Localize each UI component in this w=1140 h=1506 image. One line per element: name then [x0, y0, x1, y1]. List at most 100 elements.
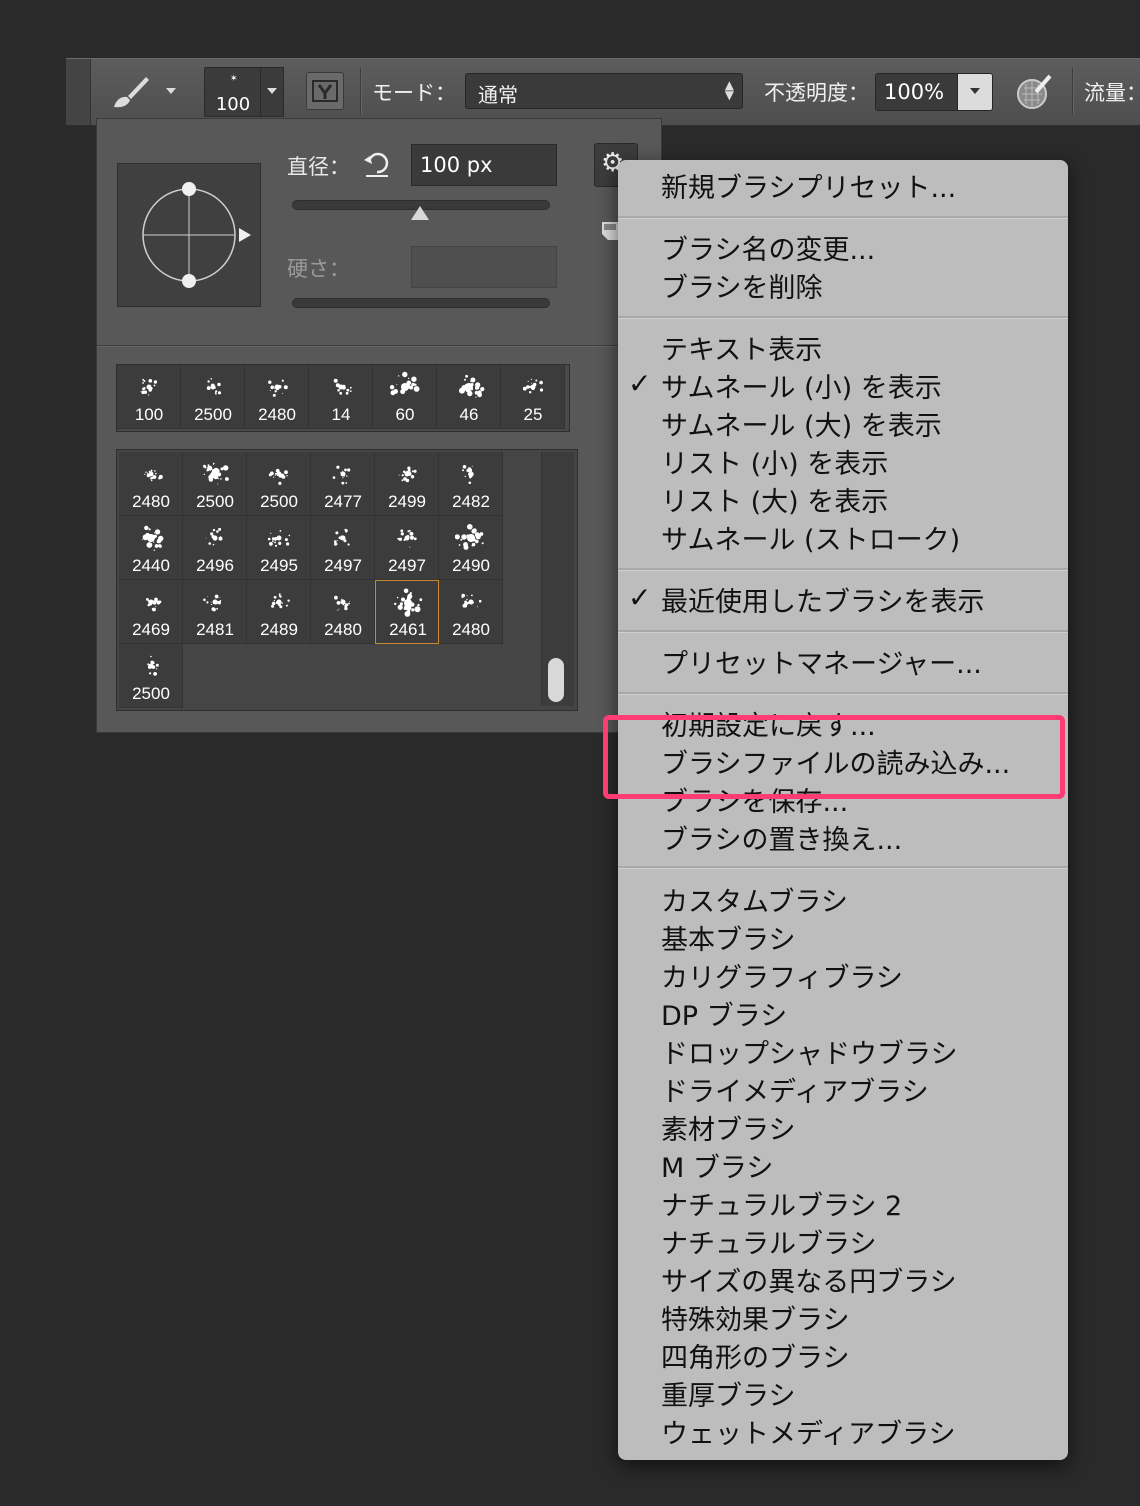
brush-thumbnail-icon — [398, 466, 417, 483]
recent-brush-item[interactable]: 2500 — [181, 365, 245, 429]
menu-item[interactable]: サムネール (ストローク) — [661, 518, 960, 557]
brush-preset-item[interactable]: 2496 — [183, 516, 247, 580]
brush-preset-item[interactable]: 2480 — [439, 580, 503, 644]
menu-item[interactable]: 基本ブラシ — [661, 918, 795, 957]
brush-size-label: 2500 — [194, 405, 232, 424]
brush-preset-picker[interactable]: ✶ 100 — [204, 67, 262, 117]
brush-size-label: 14 — [331, 405, 351, 424]
brush-preset-item[interactable]: 2500 — [247, 452, 311, 516]
brush-size-label: 25 — [523, 405, 543, 424]
menu-item[interactable]: ブラシを削除 — [661, 266, 822, 305]
menu-item[interactable]: リスト (小) を表示 — [661, 442, 888, 481]
brush-thumbnail-icon — [140, 378, 158, 396]
grid-scrollbar-thumb[interactable] — [548, 658, 564, 702]
size-slider-thumb[interactable] — [411, 206, 429, 220]
reset-size-icon[interactable] — [362, 148, 392, 178]
brush-panel-toggle-button[interactable] — [306, 72, 344, 110]
menu-item[interactable]: M ブラシ — [661, 1146, 773, 1185]
brush-preset-item[interactable]: 2499 — [375, 452, 439, 516]
brush-preset-item[interactable]: 2440 — [119, 516, 183, 580]
brush-preset-item[interactable]: 2482 — [439, 452, 503, 516]
menu-item[interactable]: 重厚ブラシ — [661, 1374, 795, 1413]
menu-item[interactable]: 四角形のブラシ — [661, 1336, 849, 1375]
brush-thumbnail-icon — [394, 588, 423, 617]
brush-preset-item[interactable]: 2461 — [375, 580, 439, 644]
brush-preset-dropdown[interactable] — [260, 67, 284, 117]
pressure-opacity-icon[interactable] — [1014, 72, 1054, 112]
brush-preset-item[interactable]: 2469 — [119, 580, 183, 644]
brush-tool-icon[interactable] — [108, 74, 152, 110]
toolbar-divider — [360, 68, 361, 114]
recent-brush-item[interactable]: 46 — [437, 365, 501, 429]
menu-item[interactable]: 新規ブラシプリセット... — [661, 166, 956, 205]
brush-size-label: 2480 — [452, 620, 490, 639]
brush-preset-item[interactable]: 2489 — [247, 580, 311, 644]
highlight-box — [603, 715, 1065, 799]
brush-preset-item[interactable]: 2480 — [311, 580, 375, 644]
brush-preset-item[interactable]: 2477 — [311, 452, 375, 516]
brush-preset-item[interactable]: 2480 — [119, 452, 183, 516]
menu-item[interactable]: カスタムブラシ — [661, 880, 848, 919]
size-field[interactable]: 100 px — [411, 144, 557, 186]
brush-size-label: 2499 — [388, 492, 426, 511]
hardness-slider — [292, 298, 550, 308]
menu-item[interactable]: プリセットマネージャー... — [661, 642, 982, 681]
menu-item[interactable]: ドロップシャドウブラシ — [661, 1032, 957, 1071]
blend-mode-select[interactable]: 通常 ▲ ▼ — [465, 73, 743, 109]
brush-preset-item[interactable]: 2490 — [439, 516, 503, 580]
opacity-label: 不透明度： — [764, 81, 869, 105]
menu-item[interactable]: カリグラフィブラシ — [661, 956, 903, 995]
menu-item[interactable]: 素材ブラシ — [661, 1108, 795, 1147]
brush-size-label: 100 — [134, 405, 164, 424]
opacity-dropdown[interactable] — [957, 73, 993, 111]
brush-size-label: 2489 — [260, 620, 298, 639]
menu-item[interactable]: テキスト表示 — [661, 328, 822, 367]
panel-divider — [97, 345, 659, 346]
menu-item[interactable]: サムネール (大) を表示 — [661, 404, 942, 443]
brush-thumbnail-icon — [459, 374, 485, 398]
recent-brush-item[interactable]: 100 — [117, 365, 181, 429]
menu-item[interactable]: ナチュラルブラシ 2 — [661, 1184, 902, 1223]
recent-brush-item[interactable]: 2480 — [245, 365, 309, 429]
brush-thumbnail-icon — [271, 593, 290, 609]
brush-thumbnail-icon — [205, 527, 223, 546]
opacity-field[interactable]: 100% — [875, 73, 959, 111]
recent-brush-item[interactable]: 25 — [501, 365, 565, 429]
menu-item[interactable]: ウェットメディアブラシ — [661, 1412, 956, 1451]
recent-brush-item[interactable]: 60 — [373, 365, 437, 429]
brush-preset-item[interactable]: 2500 — [183, 452, 247, 516]
menu-item[interactable]: 最近使用したブラシを表示 — [661, 580, 984, 619]
brush-thumbnail-icon — [267, 530, 291, 547]
brush-thumbnail-icon — [333, 528, 350, 546]
brush-thumbnail-icon — [206, 378, 222, 395]
new-preset-icon[interactable] — [600, 220, 620, 242]
menu-item[interactable]: ブラシの置き換え... — [661, 818, 902, 857]
select-arrows-icon: ▲ ▼ — [724, 78, 734, 102]
menu-separator — [618, 692, 1068, 694]
brush-tip-preview[interactable] — [117, 163, 261, 307]
menu-item[interactable]: リスト (大) を表示 — [661, 480, 888, 519]
brush-preset-item[interactable]: 2497 — [311, 516, 375, 580]
menu-separator — [618, 866, 1068, 868]
menu-item[interactable]: ナチュラルブラシ — [661, 1222, 876, 1261]
recent-brush-item[interactable]: 14 — [309, 365, 373, 429]
size-label: 直径： — [287, 155, 350, 179]
menu-item[interactable]: 特殊効果ブラシ — [661, 1298, 849, 1337]
menu-item[interactable]: サイズの異なる円ブラシ — [661, 1260, 957, 1299]
size-value: 100 px — [420, 153, 493, 177]
brush-angle-icon — [142, 182, 251, 288]
menu-item[interactable]: ドライメディアブラシ — [661, 1070, 929, 1109]
brush-thumbnail-icon — [334, 595, 350, 611]
tool-preset-caret-icon[interactable] — [166, 88, 176, 94]
brush-preset-item[interactable]: 2495 — [247, 516, 311, 580]
brush-preset-item[interactable]: 2481 — [183, 580, 247, 644]
menu-item[interactable]: ブラシ名の変更... — [661, 228, 875, 267]
brush-preset-item[interactable]: 2500 — [119, 644, 183, 708]
toolbar-grip[interactable] — [66, 59, 91, 125]
menu-item[interactable]: DP ブラシ — [661, 994, 787, 1033]
checkmark-icon: ✓ — [628, 581, 652, 614]
brush-tip-icon: ✶ — [230, 74, 238, 84]
menu-item[interactable]: サムネール (小) を表示 — [661, 366, 942, 405]
brush-preset-item[interactable]: 2497 — [375, 516, 439, 580]
brush-size-label: 60 — [395, 405, 415, 424]
